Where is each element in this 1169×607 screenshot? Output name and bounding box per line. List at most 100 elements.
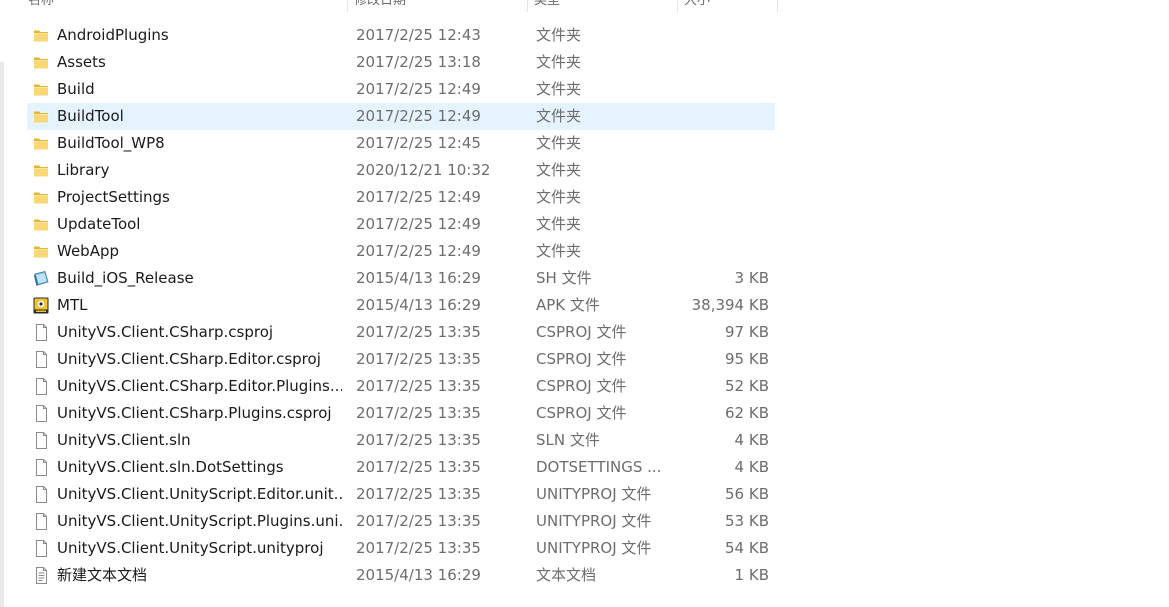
file-row[interactable]: AndroidPlugins 2017/2/25 12:43 文件夹 [27, 22, 775, 49]
file-type: CSPROJ 文件 [536, 404, 627, 422]
file-type: 文件夹 [536, 161, 582, 179]
file-icon [32, 378, 50, 395]
file-date-modified: 2017/2/25 13:35 [356, 539, 481, 557]
file-size [667, 157, 769, 184]
file-row-icon-cell [32, 319, 50, 346]
file-size: 95 KB [725, 350, 769, 368]
file-name: UnityVS.Client.CSharp.Editor.csproj [57, 350, 321, 368]
file-row-icon-cell [32, 130, 50, 157]
column-header-name[interactable]: 名称 [22, 0, 348, 12]
file-row[interactable]: Build_iOS_Release 2015/4/13 16:29 SH 文件 3 K… [27, 265, 775, 292]
file-size [667, 211, 769, 238]
file-row-icon-cell [32, 49, 50, 76]
file-row[interactable]: Build 2017/2/25 12:49 文件夹 [27, 76, 775, 103]
file-size [667, 49, 769, 76]
file-date-modified: 2015/4/13 16:29 [356, 296, 481, 314]
file-row[interactable]: 新建文本文档 2015/4/13 16:29 文本文档 1 KB [27, 562, 775, 589]
file-size: 62 KB [725, 404, 769, 422]
file-row-icon-cell [32, 184, 50, 211]
file-date-modified: 2017/2/25 13:35 [356, 485, 481, 503]
file-date-modified: 2017/2/25 13:35 [356, 350, 481, 368]
file-type: 文件夹 [536, 80, 582, 98]
folder-icon [32, 108, 50, 125]
file-name: UnityVS.Client.sln.DotSettings [57, 458, 284, 476]
file-row[interactable]: UnityVS.Client.CSharp.csproj 2017/2/25 13… [27, 319, 775, 346]
file-row-icon-cell [32, 535, 50, 562]
file-name: Assets [57, 53, 106, 71]
file-row[interactable]: UnityVS.Client.sln 2017/2/25 13:35 SLN 文件 4… [27, 427, 775, 454]
file-row[interactable]: UnityVS.Client.UnityScript.Editor.unit..… [27, 481, 775, 508]
file-name: Build [57, 80, 95, 98]
file-date-modified: 2017/2/25 12:49 [356, 107, 481, 125]
file-icon [32, 351, 50, 368]
file-name: ProjectSettings [57, 188, 170, 206]
file-type: SH 文件 [536, 269, 592, 287]
file-size: 3 KB [734, 269, 769, 287]
file-size: 53 KB [725, 512, 769, 530]
file-row-icon-cell [32, 238, 50, 265]
file-date-modified: 2017/2/25 13:35 [356, 377, 481, 395]
folder-icon [32, 162, 50, 179]
file-size: 97 KB [725, 323, 769, 341]
file-row[interactable]: Library 2020/12/21 10:32 文件夹 [27, 157, 775, 184]
file-type: CSPROJ 文件 [536, 323, 627, 341]
folder-icon [32, 216, 50, 233]
file-row[interactable]: UnityVS.Client.CSharp.Editor.Plugins....… [27, 373, 775, 400]
file-date-modified: 2017/2/25 13:35 [356, 404, 481, 422]
file-row-icon-cell [32, 427, 50, 454]
file-size [667, 22, 769, 49]
file-type: CSPROJ 文件 [536, 350, 627, 368]
apk-icon [32, 297, 50, 314]
shell-script-icon [32, 270, 50, 287]
file-size: 1 KB [734, 566, 769, 584]
file-size [667, 238, 769, 265]
file-row[interactable]: UnityVS.Client.CSharp.Plugins.csproj 2017… [27, 400, 775, 427]
file-row-icon-cell [32, 292, 50, 319]
file-icon [32, 324, 50, 341]
file-row-icon-cell [32, 211, 50, 238]
file-row[interactable]: UnityVS.Client.UnityScript.unityproj 2017… [27, 535, 775, 562]
file-row-icon-cell [32, 22, 50, 49]
file-size [667, 76, 769, 103]
file-row[interactable]: Assets 2017/2/25 13:18 文件夹 [27, 49, 775, 76]
file-date-modified: 2015/4/13 16:29 [356, 269, 481, 287]
file-name: UnityVS.Client.UnityScript.Editor.unit..… [57, 485, 342, 503]
file-date-modified: 2017/2/25 12:49 [356, 242, 481, 260]
file-name: BuildTool_WP8 [57, 134, 165, 152]
file-row[interactable]: BuildTool 2017/2/25 12:49 文件夹 [27, 103, 775, 130]
file-size [667, 130, 769, 157]
file-row[interactable]: BuildTool_WP8 2017/2/25 12:45 文件夹 [27, 130, 775, 157]
file-row-icon-cell [32, 481, 50, 508]
file-type: DOTSETTINGS ... [536, 458, 661, 476]
file-type: 文本文档 [536, 566, 597, 584]
file-size: 52 KB [725, 377, 769, 395]
file-type: 文件夹 [536, 53, 582, 71]
text-document-icon [32, 567, 50, 584]
file-name: UnityVS.Client.CSharp.Plugins.csproj [57, 404, 332, 422]
file-date-modified: 2017/2/25 13:35 [356, 512, 481, 530]
file-row[interactable]: UnityVS.Client.CSharp.Editor.csproj 2017/… [27, 346, 775, 373]
file-row[interactable]: WebApp 2017/2/25 12:49 文件夹 [27, 238, 775, 265]
file-date-modified: 2017/2/25 13:35 [356, 431, 481, 449]
column-header-date-modified[interactable]: 修改日期 [348, 0, 528, 12]
folder-icon [32, 189, 50, 206]
folder-icon [32, 81, 50, 98]
file-row[interactable]: MTL 2015/4/13 16:29 APK 文件 38,394 KB [27, 292, 775, 319]
file-row[interactable]: UnityVS.Client.sln.DotSettings 2017/2/25 … [27, 454, 775, 481]
file-explorer-window: 名称 修改日期 类型 大小 AndroidPlugins 2017/2/25 12… [0, 0, 1169, 607]
file-icon [32, 513, 50, 530]
column-header-size[interactable]: 大小 [678, 0, 778, 12]
file-type: 文件夹 [536, 242, 582, 260]
file-row[interactable]: UpdateTool 2017/2/25 12:49 文件夹 [27, 211, 775, 238]
file-name: 新建文本文档 [57, 566, 148, 584]
file-row-icon-cell [32, 373, 50, 400]
file-list: AndroidPlugins 2017/2/25 12:43 文件夹 Assets 20… [27, 22, 775, 589]
file-row[interactable]: ProjectSettings 2017/2/25 12:49 文件夹 [27, 184, 775, 211]
file-icon [32, 405, 50, 422]
file-row-icon-cell [32, 103, 50, 130]
file-name: Build_iOS_Release [57, 269, 194, 287]
file-row[interactable]: UnityVS.Client.UnityScript.Plugins.uni..… [27, 508, 775, 535]
navigation-pane-scrollbar[interactable] [0, 62, 4, 607]
file-date-modified: 2017/2/25 12:49 [356, 188, 481, 206]
column-header-type[interactable]: 类型 [528, 0, 678, 12]
